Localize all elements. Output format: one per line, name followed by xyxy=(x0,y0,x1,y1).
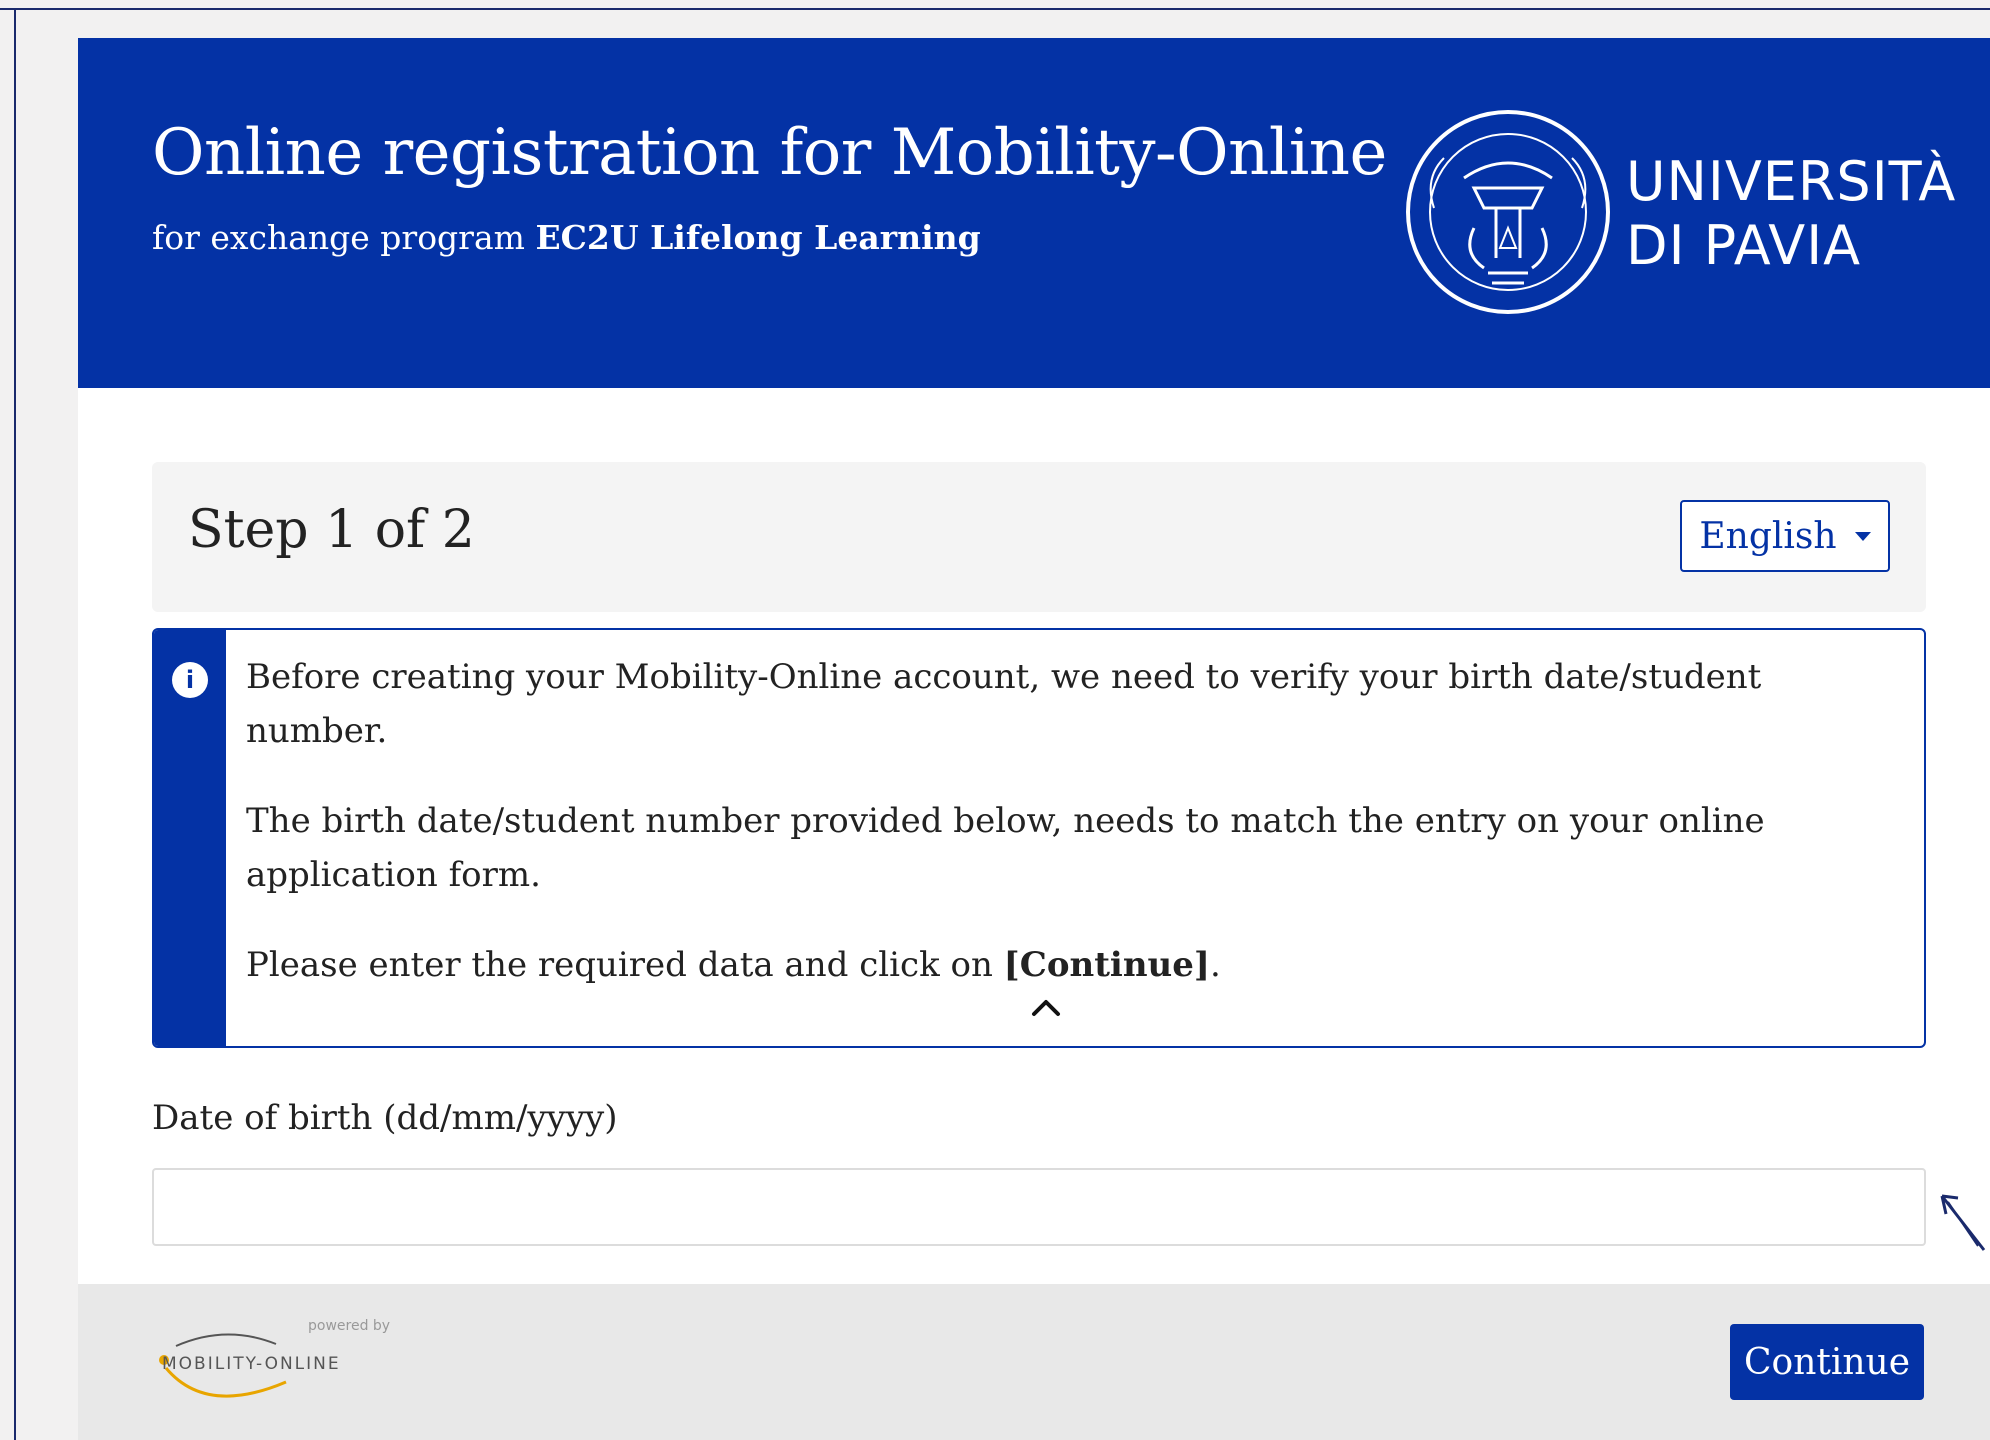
chevron-up-icon[interactable] xyxy=(1026,992,1066,1022)
info-alert: i Before creating your Mobility-Online a… xyxy=(152,628,1926,1048)
step-title: Step 1 of 2 xyxy=(188,500,475,560)
dob-label: Date of birth (dd/mm/yyyy) xyxy=(152,1098,618,1138)
info-paragraph-3: Please enter the required data and click… xyxy=(246,938,1906,992)
info-paragraph-3-prefix: Please enter the required data and click… xyxy=(246,945,993,985)
arrow-annotation-icon xyxy=(1940,1194,1986,1251)
language-selected: English xyxy=(1699,515,1837,557)
program-name: EC2U Lifelong Learning xyxy=(535,218,981,257)
info-strip: i xyxy=(154,630,226,1046)
university-logo-text: UNIVERSITÀ DI PAVIA xyxy=(1626,150,1956,278)
page-subtitle: for exchange program EC2U Lifelong Learn… xyxy=(152,218,981,257)
language-dropdown[interactable]: English xyxy=(1680,500,1890,572)
university-line-2: DI PAVIA xyxy=(1626,214,1862,277)
info-continue-reference: [Continue] xyxy=(1003,945,1210,985)
frame-border-left xyxy=(14,8,16,1440)
info-paragraph-1: Before creating your Mobility-Online acc… xyxy=(246,657,1762,751)
info-text: Before creating your Mobility-Online acc… xyxy=(246,650,1906,1028)
page-header: Online registration for Mobility-Online … xyxy=(78,38,1990,388)
step-bar: Step 1 of 2 English xyxy=(152,462,1926,612)
page-footer: powered by MOBILITY-ONLINE Continue xyxy=(78,1284,1990,1440)
dob-input[interactable] xyxy=(152,1168,1926,1246)
caret-down-icon xyxy=(1854,531,1871,541)
mobility-online-logo-text: MOBILITY-ONLINE xyxy=(162,1354,341,1374)
info-icon: i xyxy=(172,662,208,698)
powered-by-text: powered by xyxy=(308,1318,391,1334)
subtitle-prefix: for exchange program xyxy=(152,218,525,257)
continue-button[interactable]: Continue xyxy=(1730,1324,1924,1400)
university-line-1: UNIVERSITÀ xyxy=(1626,150,1957,213)
page-title: Online registration for Mobility-Online xyxy=(152,116,1387,190)
university-seal-icon xyxy=(1406,110,1610,314)
info-paragraph-3-suffix: . xyxy=(1210,945,1221,985)
info-paragraph-2: The birth date/student number provided b… xyxy=(246,801,1765,895)
registration-card: Online registration for Mobility-Online … xyxy=(78,38,1990,1440)
frame-border-top xyxy=(0,8,1990,10)
